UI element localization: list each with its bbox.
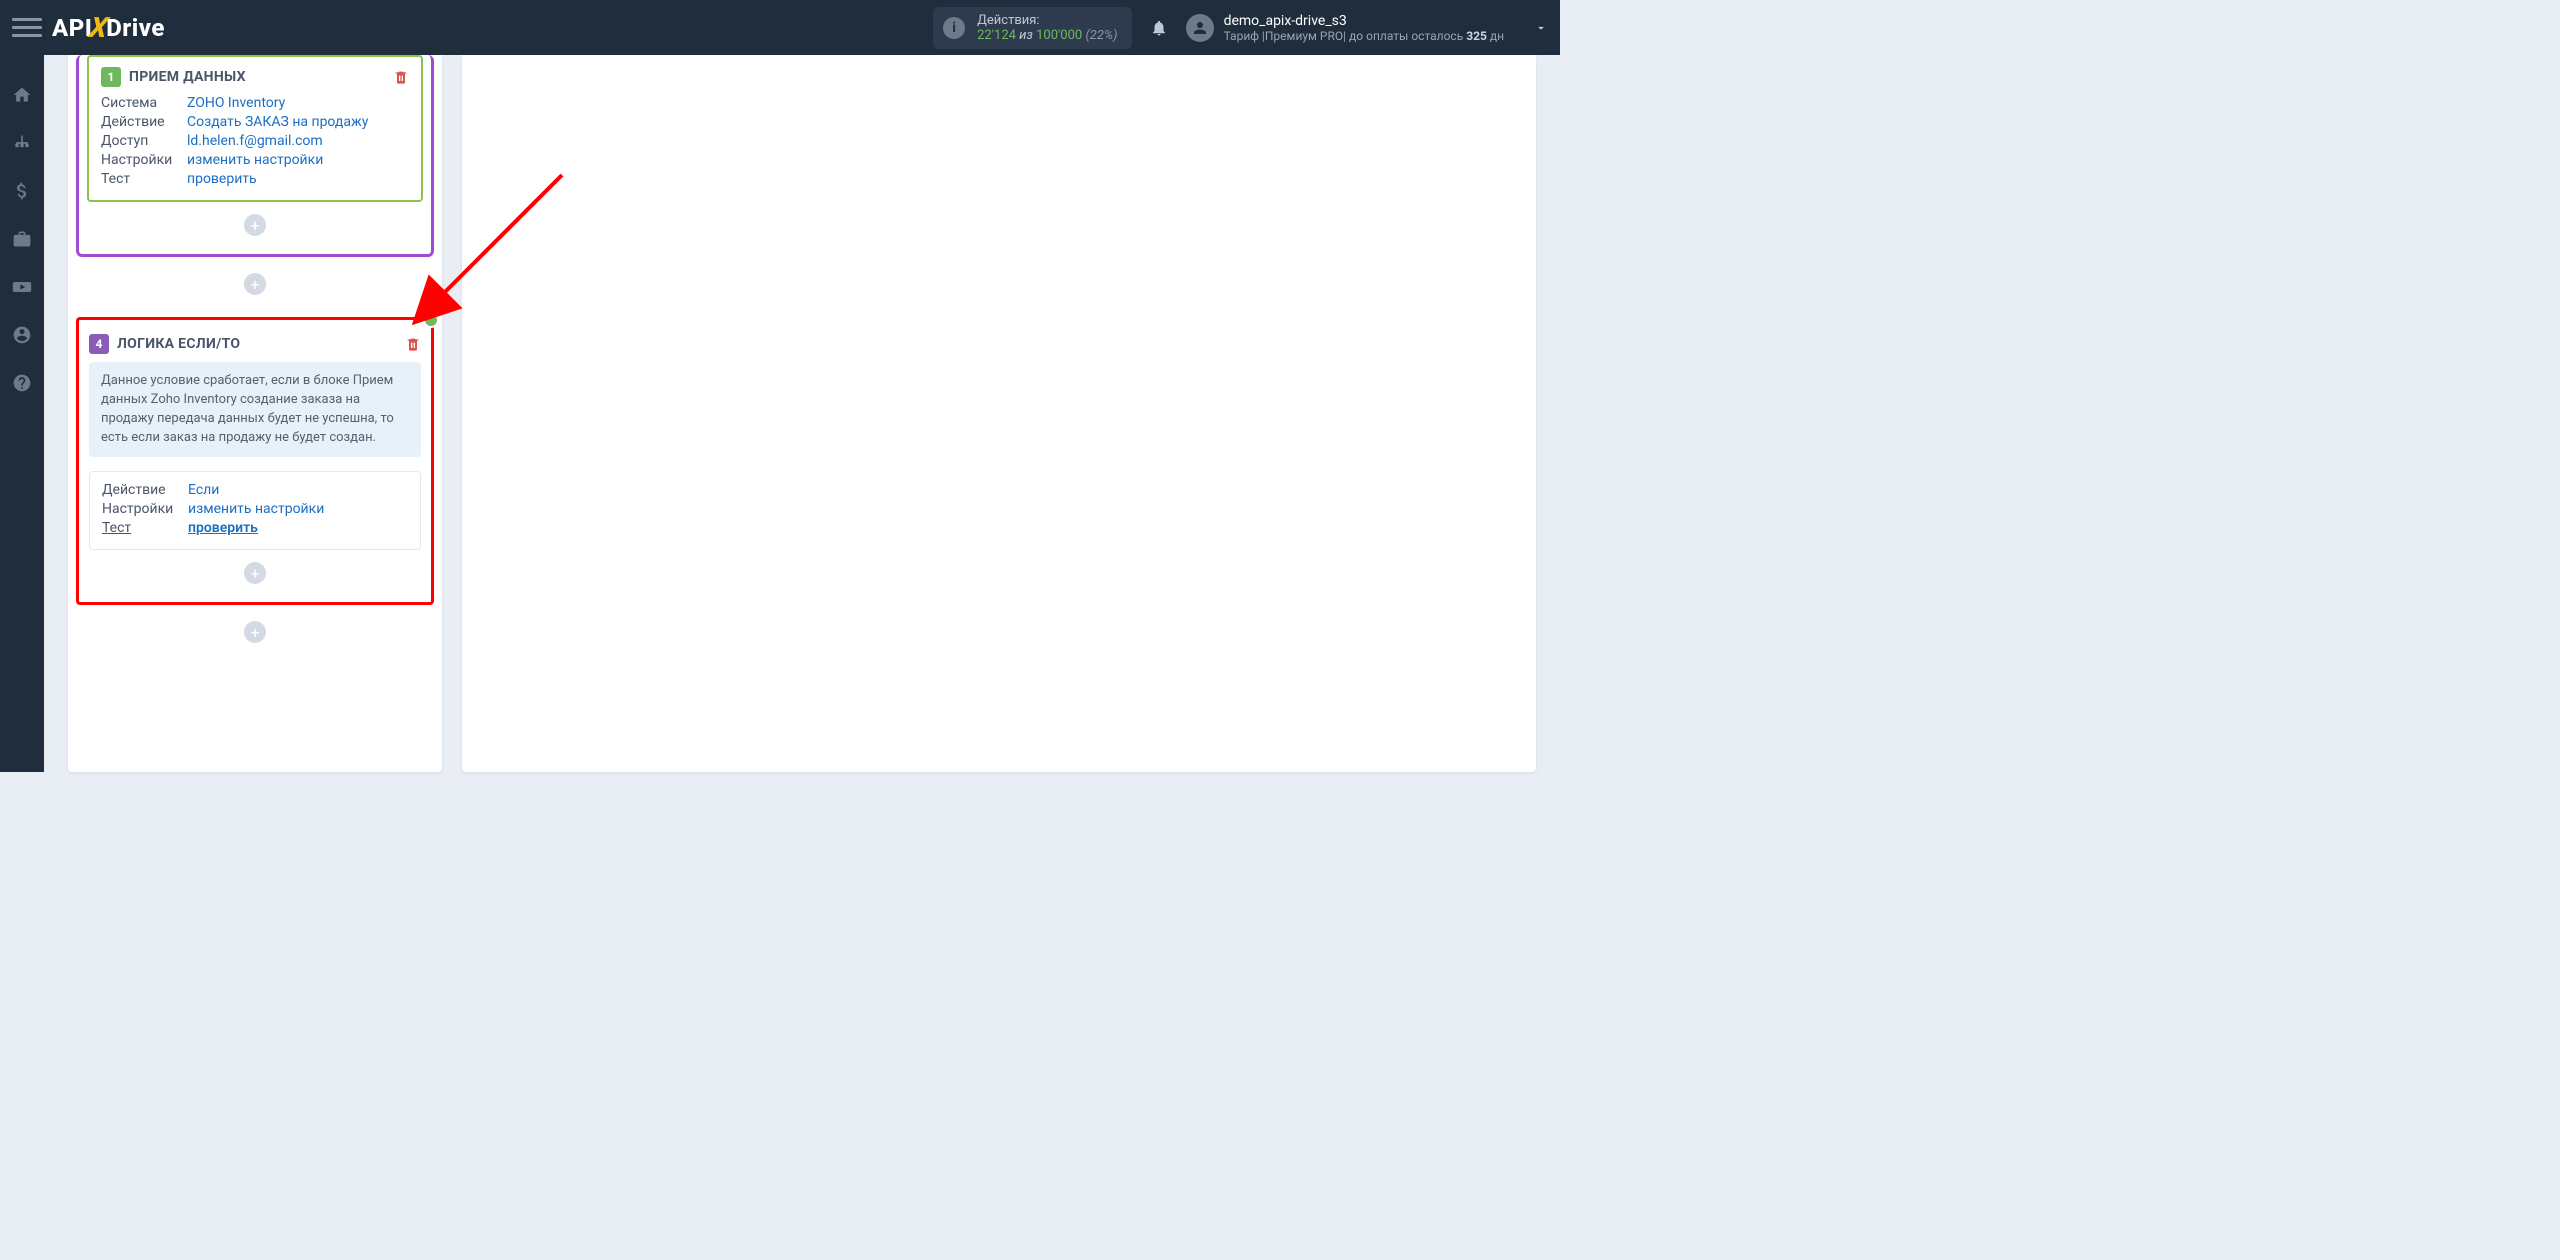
lbl-action: Действие: [101, 114, 187, 130]
actions-counter[interactable]: i Действия: 22'124 из 100'000 (22%): [933, 7, 1131, 49]
actions-label: Действия:: [977, 13, 1117, 28]
step-badge-1: 1: [101, 67, 121, 87]
panel-right: [462, 55, 1536, 772]
val4-test[interactable]: проверить: [188, 520, 258, 536]
youtube-icon[interactable]: [12, 277, 32, 297]
info-icon: i: [943, 17, 965, 39]
notifications-icon[interactable]: [1150, 19, 1168, 37]
add-step-inner-2[interactable]: +: [244, 562, 266, 584]
briefcase-icon[interactable]: [12, 229, 32, 249]
card-logic-if: 4 ЛОГИКА ЕСЛИ/ТО Данное условие сработае…: [76, 317, 434, 605]
panel-left: 1 ПРИЕМ ДАННЫХ СистемаZOHO Inventory Дей…: [68, 55, 442, 772]
add-step-outer-1[interactable]: +: [244, 273, 266, 295]
user-info: demo_apix-drive_s3 Тариф |Премиум PRO| д…: [1224, 13, 1504, 43]
lbl4-test: Тест: [102, 520, 188, 536]
home-icon[interactable]: [12, 85, 32, 105]
card-receive-data: 1 ПРИЕМ ДАННЫХ СистемаZOHO Inventory Дей…: [87, 55, 423, 202]
user-circle-icon[interactable]: [12, 325, 32, 345]
main-area: 1 ПРИЕМ ДАННЫХ СистемаZOHO Inventory Дей…: [44, 55, 1560, 772]
logo[interactable]: API X Drive: [52, 11, 165, 44]
val-action[interactable]: Создать ЗАКАЗ на продажу: [187, 114, 368, 130]
add-step-inner[interactable]: +: [244, 214, 266, 236]
lbl-test: Тест: [101, 171, 187, 187]
lbl-system: Система: [101, 95, 187, 111]
sitemap-icon[interactable]: [12, 133, 32, 153]
delete-icon[interactable]: [405, 336, 421, 352]
topbar-right: i Действия: 22'124 из 100'000 (22%) demo…: [933, 7, 1548, 49]
val4-action[interactable]: Если: [188, 482, 219, 498]
chevron-down-icon: [1534, 21, 1548, 35]
logo-drive: Drive: [106, 14, 165, 42]
val-test[interactable]: проверить: [187, 171, 257, 187]
card4-title: ЛОГИКА ЕСЛИ/ТО: [117, 336, 240, 352]
status-dot: [423, 312, 439, 328]
val-system[interactable]: ZOHO Inventory: [187, 95, 285, 111]
actions-value: 22'124 из 100'000 (22%): [977, 28, 1117, 43]
card4-settings: ДействиеЕсли Настройкиизменить настройки…: [89, 471, 421, 550]
lbl-access: Доступ: [101, 133, 187, 149]
delete-icon[interactable]: [393, 69, 409, 85]
lbl4-settings: Настройки: [102, 501, 188, 517]
step-badge-4: 4: [89, 334, 109, 354]
card4-description: Данное условие сработает, если в блоке П…: [89, 362, 421, 457]
val-access[interactable]: ld.helen.f@gmail.com: [187, 133, 323, 149]
purple-group: 1 ПРИЕМ ДАННЫХ СистемаZOHO Inventory Дей…: [76, 55, 434, 257]
val-settings[interactable]: изменить настройки: [187, 152, 323, 168]
sidebar: [0, 55, 44, 772]
val4-settings[interactable]: изменить настройки: [188, 501, 324, 517]
user-plan: Тариф |Премиум PRO| до оплаты осталось 3…: [1224, 29, 1504, 43]
add-step-outer-2[interactable]: +: [244, 621, 266, 643]
lbl-settings: Настройки: [101, 152, 187, 168]
lbl4-action: Действие: [102, 482, 188, 498]
avatar-icon: [1186, 14, 1214, 42]
dollar-icon[interactable]: [12, 181, 32, 201]
menu-button[interactable]: [12, 13, 42, 43]
topbar: API X Drive i Действия: 22'124 из 100'00…: [0, 0, 1560, 55]
user-menu[interactable]: demo_apix-drive_s3 Тариф |Премиум PRO| д…: [1186, 13, 1548, 43]
help-icon[interactable]: [12, 373, 32, 393]
card1-title: ПРИЕМ ДАННЫХ: [129, 69, 246, 85]
user-name: demo_apix-drive_s3: [1224, 13, 1504, 29]
logo-api: API: [52, 14, 92, 42]
